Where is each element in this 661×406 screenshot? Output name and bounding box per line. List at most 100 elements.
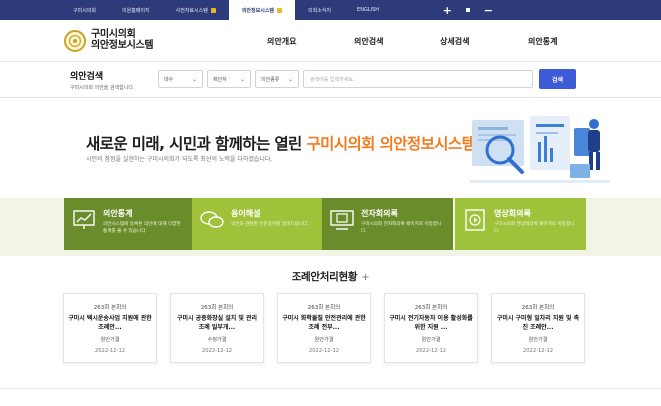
logo-line-2: 의안정보시스템 <box>91 39 154 51</box>
card-session: 263회 본회의 <box>93 305 127 311</box>
nav-label: 의안통계 <box>528 36 558 46</box>
nav-label: 의안개요 <box>267 36 297 46</box>
card-title: 구미시 화학물질 안전관리에 관한 조례 전부... <box>282 315 366 331</box>
proposer-select-value: 제안자 <box>213 76 227 83</box>
topbar-tab-council[interactable]: 구미시의회 <box>60 0 109 20</box>
quick-menu-video-minutes[interactable]: 영상회의록 구미시의회 영상회의록 페이지로 이동합니다. <box>455 198 586 250</box>
card-date: 2022-12-12 <box>94 348 126 354</box>
quick-menu-title: 의안통계 <box>103 209 133 218</box>
ordinance-card[interactable]: 263회 본회의 구미시 공중화장실 설치 및 관리 조례 일부개... 수정가… <box>170 293 264 363</box>
search-placeholder: 검색어를 입력하세요. <box>310 76 355 83</box>
hero-illustration-icon <box>470 116 610 183</box>
card-status: 원안가결 <box>421 337 441 343</box>
search-subtitle: 구미시의회 의안을 검색합니다. <box>70 84 135 91</box>
quick-menu-glossary[interactable]: 용어해설 의안과 관련된 전문용어를 알려드립니다. <box>192 198 322 250</box>
ordinance-card[interactable]: 263회 본회의 구미시 전기자동차 이용 활성화를 위한 지원 ... 원안가… <box>384 293 478 363</box>
session-select-value: 대수 <box>164 76 174 83</box>
search-button[interactable]: 검색 <box>539 69 576 89</box>
speech-bubbles-icon <box>200 208 224 232</box>
quick-menu-desc: 구미시의회 영상회의록 페이지로 이동합니다. <box>494 222 575 234</box>
topbar-tab-pre-material[interactable]: 사전자료시스템 <box>163 0 229 20</box>
bill-search-bar: 의안검색 구미시의회 의안을 검색합니다. 대수 ⌄ 제안자 ⌄ 의안종류 ⌄ … <box>0 62 661 98</box>
card-session: 263회 본회의 <box>307 305 341 311</box>
council-seal-icon <box>64 29 86 52</box>
footer-divider <box>0 388 661 389</box>
proposer-select[interactable]: 제안자 ⌄ <box>207 70 251 88</box>
card-title: 구미시 구미형 일자리 지원 및 촉진 조례안... <box>496 315 580 331</box>
topbar-tab-label: ENGLISH <box>357 7 380 13</box>
quick-menu-desc: 구미시의회 전자회의록 페이지로 이동합니다. <box>361 222 442 234</box>
topbar-tab-label: 의원홈페이지 <box>122 7 150 14</box>
monitor-document-icon <box>330 208 354 232</box>
quick-menu-statistics[interactable]: 의안통계 의안시스템에 등록된 의안에 대해 다양한 통계를 볼 수 있습니다. <box>64 198 192 250</box>
quick-menu-title: 영상회의록 <box>494 209 531 218</box>
card-session: 263회 본회의 <box>200 305 234 311</box>
topbar-tab-english[interactable]: ENGLISH <box>344 0 392 20</box>
quick-menu-e-minutes[interactable]: 전자회의록 구미시의회 전자회의록 페이지로 이동합니다. <box>322 198 453 250</box>
quick-menu-desc: 의안시스템에 등록된 의안에 대해 다양한 통계를 볼 수 있습니다. <box>103 222 181 234</box>
topbar-tab-label: 구미시의회 <box>73 7 97 14</box>
seal-emblem-icon <box>69 34 81 47</box>
card-date: 2022-12-12 <box>415 348 447 354</box>
card-status: 원안가결 <box>528 337 548 343</box>
hero-subtitle: 시민의 참정을 실현하는 구미시의회가 되도록 최선의 노력을 다하겠습니다. <box>86 156 273 163</box>
card-status: 수정가결 <box>207 337 227 343</box>
zoom-controls: + − <box>443 0 493 20</box>
chart-board-icon <box>72 208 96 232</box>
nav-label: 상세검색 <box>440 36 470 46</box>
zoom-reset-icon[interactable] <box>465 8 470 12</box>
external-link-icon <box>277 7 283 13</box>
nav-bill-search[interactable]: 의안검색 <box>354 20 383 62</box>
card-date: 2022-12-12 <box>522 348 554 354</box>
card-title: 구미시 전기자동차 이용 활성화를 위한 지원 ... <box>389 315 473 331</box>
topbar-tab-label: 사전자료시스템 <box>175 7 208 14</box>
hero-headline-accent: 구미시의회 의안정보시스템 <box>306 135 476 153</box>
card-title: 구미시 공중화장실 설치 및 관리 조례 일부개... <box>176 315 258 331</box>
hero-headline-text: 새로운 미래, 시민과 함께하는 열린 <box>86 135 307 153</box>
ordinance-card[interactable]: 263회 본회의 구미시 택시운송사업 지원에 관한 조례안... 원안가결 2… <box>63 293 157 363</box>
card-date: 2022-12-12 <box>308 348 340 354</box>
topbar-tab-label: 의회소식지 <box>308 7 332 14</box>
more-button[interactable]: + <box>361 272 369 283</box>
nav-detail-search[interactable]: 상세검색 <box>440 20 469 62</box>
session-select[interactable]: 대수 ⌄ <box>158 70 203 88</box>
card-session: 263회 본회의 <box>521 305 555 311</box>
topbar-tab-member-home[interactable]: 의원홈페이지 <box>109 0 163 20</box>
search-heading: 의안검색 구미시의회 의안을 검색합니다. <box>70 69 158 91</box>
logo-title: 구미시의회 의안정보시스템 <box>91 29 154 51</box>
topbar-tab-bill-system[interactable]: 의안정보시스템 <box>228 0 296 20</box>
chevron-down-icon: ⌄ <box>287 75 293 83</box>
hero-banner: 새로운 미래, 시민과 함께하는 열린 구미시의회 의안정보시스템 시민의 참정… <box>0 98 661 202</box>
site-header: 구미시의회 의안정보시스템 의안개요 의안검색 상세검색 의안통계 <box>0 20 661 62</box>
quick-menu-title: 용어해설 <box>231 209 261 218</box>
bill-type-select-value: 의안종류 <box>261 76 280 83</box>
bill-type-select[interactable]: 의안종류 ⌄ <box>255 70 299 88</box>
card-date: 2022-12-12 <box>201 348 233 354</box>
section-title-text: 조례안처리현황 <box>291 271 358 283</box>
chevron-down-icon: ⌄ <box>239 75 245 83</box>
nav-label: 의안검색 <box>354 36 384 46</box>
top-utility-bar: 구미시의회 의원홈페이지 사전자료시스템 의안정보시스템 의회소식지 ENGLI… <box>0 0 661 20</box>
nav-bill-statistics[interactable]: 의안통계 <box>528 20 557 62</box>
topbar-tab-newsletter[interactable]: 의회소식지 <box>295 0 344 20</box>
ordinance-card[interactable]: 263회 본회의 구미시 화학물질 안전관리에 관한 조례 전부... 원안가결… <box>277 293 371 363</box>
external-link-icon <box>210 7 216 13</box>
ordinance-section-title: 조례안처리현황 + <box>0 269 661 284</box>
quick-menu-desc: 의안과 관련된 전문용어를 알려드립니다. <box>231 222 309 227</box>
site-logo[interactable]: 구미시의회 의안정보시스템 <box>64 29 154 52</box>
hero-headline: 새로운 미래, 시민과 함께하는 열린 구미시의회 의안정보시스템 <box>86 132 476 154</box>
card-status: 원안가결 <box>100 337 120 343</box>
zoom-out-button[interactable]: − <box>484 4 493 17</box>
ordinance-card[interactable]: 263회 본회의 구미시 구미형 일자리 지원 및 촉진 조례안... 원안가결… <box>491 293 585 363</box>
quick-menu-title: 전자회의록 <box>361 209 398 218</box>
card-status: 원안가결 <box>314 337 334 343</box>
search-input[interactable]: 검색어를 입력하세요. <box>303 70 533 88</box>
nav-bill-overview[interactable]: 의안개요 <box>267 20 296 62</box>
card-title: 구미시 택시운송사업 지원에 관한 조례안... <box>68 315 152 331</box>
logo-line-1: 구미시의회 <box>91 29 136 40</box>
card-session: 263회 본회의 <box>414 305 448 311</box>
zoom-in-button[interactable]: + <box>443 4 452 17</box>
topbar-tab-label: 의안정보시스템 <box>241 7 275 14</box>
search-title: 의안검색 <box>70 71 104 82</box>
video-play-icon <box>463 208 487 232</box>
